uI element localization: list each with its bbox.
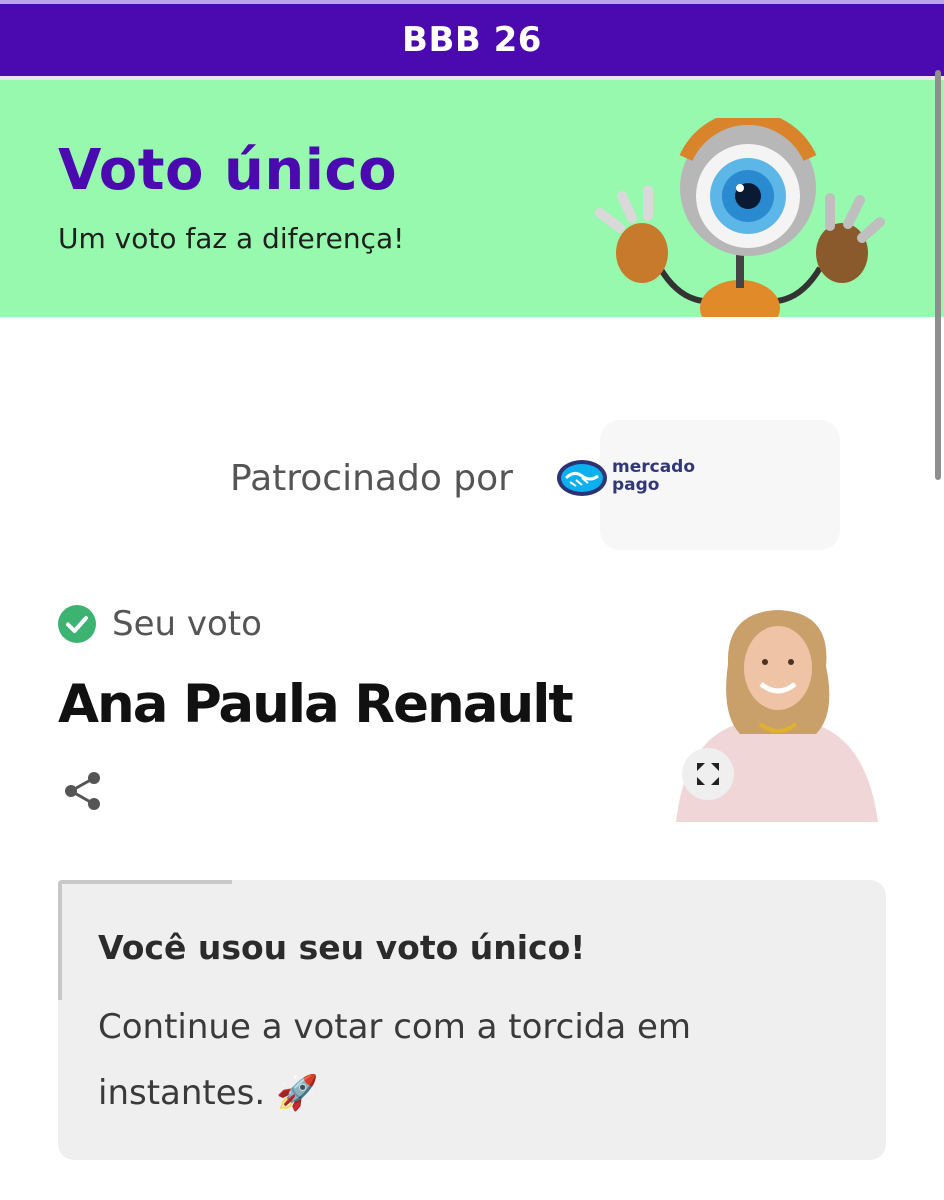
card-accent-top <box>58 880 232 884</box>
share-icon[interactable] <box>62 770 104 812</box>
banner-subtitle: Um voto faz a diferença! <box>58 222 405 255</box>
expand-photo-button[interactable] <box>682 748 734 800</box>
app-header: BBB 26 <box>0 4 944 76</box>
notice-title: Você usou seu voto único! <box>98 928 586 967</box>
header-title: BBB 26 <box>402 20 542 60</box>
notice-body: Continue a votar com a torcida em instan… <box>98 1007 692 1113</box>
voting-banner: Voto único Um voto faz a diferença! <box>0 80 944 317</box>
banner-title: Voto único <box>58 138 398 203</box>
vote-status: Seu voto <box>58 604 262 644</box>
faded-watermark <box>600 420 840 550</box>
check-circle-icon <box>58 605 96 643</box>
card-accent-left <box>58 880 62 1000</box>
expand-icon <box>697 763 719 785</box>
scrollbar-thumb[interactable] <box>935 70 941 480</box>
mascot-icon <box>595 118 885 317</box>
candidate-name: Ana Paula Renault <box>58 674 574 735</box>
vote-status-label: Seu voto <box>112 604 262 644</box>
sponsor-label: Patrocinado por <box>230 458 513 499</box>
